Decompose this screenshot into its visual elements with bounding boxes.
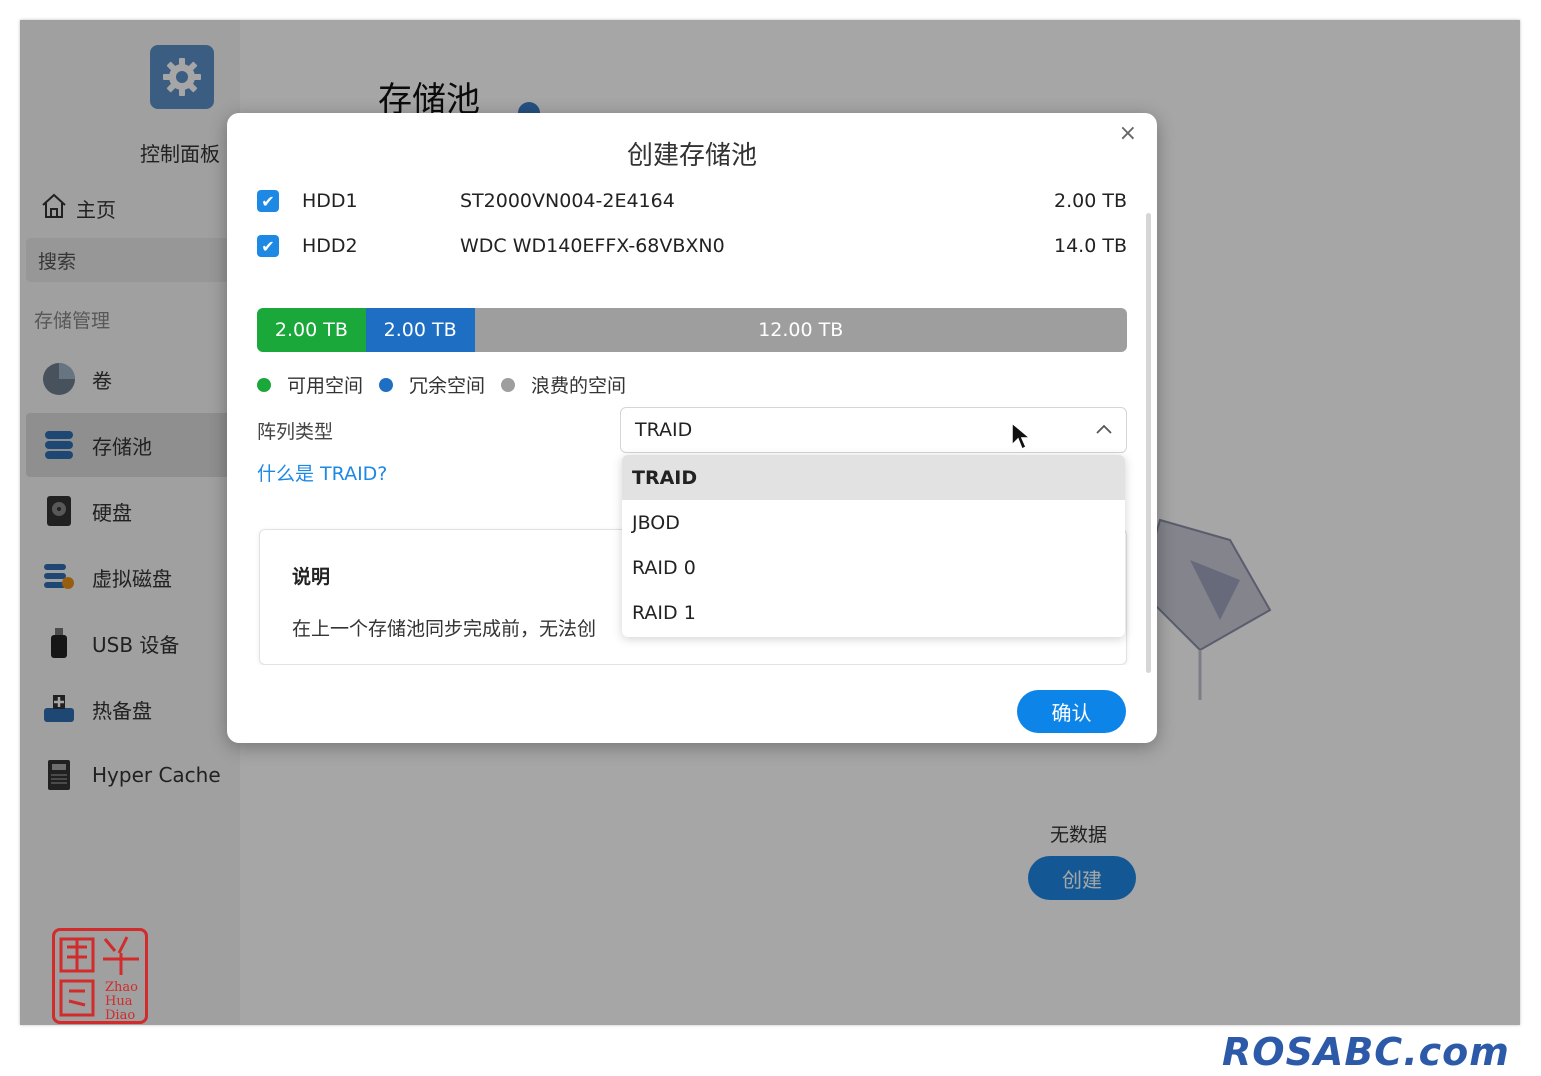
disk-model: ST2000VN004-2E4164 — [460, 190, 675, 212]
dropdown-option[interactable]: RAID 1 — [622, 590, 1125, 635]
disk-name: HDD1 — [302, 190, 358, 212]
legend-label: 浪费的空间 — [531, 375, 627, 397]
legend-item: 冗余空间 — [379, 371, 485, 398]
array-type-select[interactable]: TRAID — [620, 407, 1127, 453]
seal-text: Hua — [105, 994, 133, 1009]
seal-text: Diao — [105, 1008, 135, 1021]
description-title: 说明 — [292, 566, 331, 588]
array-type-dropdown: TRAID JBOD RAID 0 RAID 1 — [622, 455, 1125, 637]
capacity-legend: 可用空间 冗余空间 浪费的空间 — [257, 371, 642, 398]
close-icon[interactable]: × — [1119, 121, 1137, 146]
dialog-title: 创建存储池 — [626, 141, 757, 171]
disk-name: HDD2 — [302, 235, 358, 257]
zhao-hua-diao-seal-watermark: Zhao Hua Diao — [52, 928, 148, 1024]
mouse-pointer-icon — [1010, 421, 1033, 455]
disk-row[interactable]: ✔ HDD2 WDC WD140EFFX-68VBXN0 14.0 TB — [257, 226, 1127, 266]
dropdown-option[interactable]: TRAID — [622, 455, 1125, 500]
capacity-bar: 2.00 TB 2.00 TB 12.00 TB — [257, 308, 1127, 352]
capacity-segment-wasted: 12.00 TB — [474, 308, 1127, 352]
legend-label: 可用空间 — [287, 375, 364, 397]
checkbox-checked-icon[interactable]: ✔ — [257, 190, 279, 212]
dialog-scrollbar[interactable] — [1146, 213, 1151, 673]
legend-dot-icon — [501, 377, 516, 392]
capacity-segment-available: 2.00 TB — [257, 308, 366, 352]
select-value: TRAID — [635, 419, 693, 441]
dropdown-option[interactable]: JBOD — [622, 500, 1125, 545]
disk-model: WDC WD140EFFX-68VBXN0 — [460, 235, 725, 257]
legend-dot-icon — [257, 377, 271, 392]
seal-text: Zhao — [105, 980, 138, 995]
legend-dot-icon — [379, 377, 394, 392]
what-is-traid-link[interactable]: 什么是 TRAID? — [257, 459, 387, 486]
site-watermark: ROSABC.com — [1222, 1030, 1510, 1074]
array-type-label: 阵列类型 — [257, 421, 334, 443]
confirm-button[interactable]: 确认 — [1017, 690, 1126, 733]
dropdown-option[interactable]: RAID 0 — [622, 545, 1125, 590]
disk-size: 2.00 TB — [1054, 190, 1127, 212]
disk-row[interactable]: ✔ HDD1 ST2000VN004-2E4164 2.00 TB — [257, 185, 1127, 221]
chevron-up-icon — [1094, 420, 1114, 445]
legend-label: 冗余空间 — [409, 375, 486, 397]
capacity-segment-redundant: 2.00 TB — [365, 308, 475, 352]
legend-item: 浪费的空间 — [501, 371, 626, 398]
checkbox-checked-icon[interactable]: ✔ — [257, 235, 279, 257]
legend-item: 可用空间 — [257, 371, 363, 398]
description-text: 在上一个存储池同步完成前，无法创 — [292, 618, 597, 640]
disk-size: 14.0 TB — [1054, 235, 1127, 257]
